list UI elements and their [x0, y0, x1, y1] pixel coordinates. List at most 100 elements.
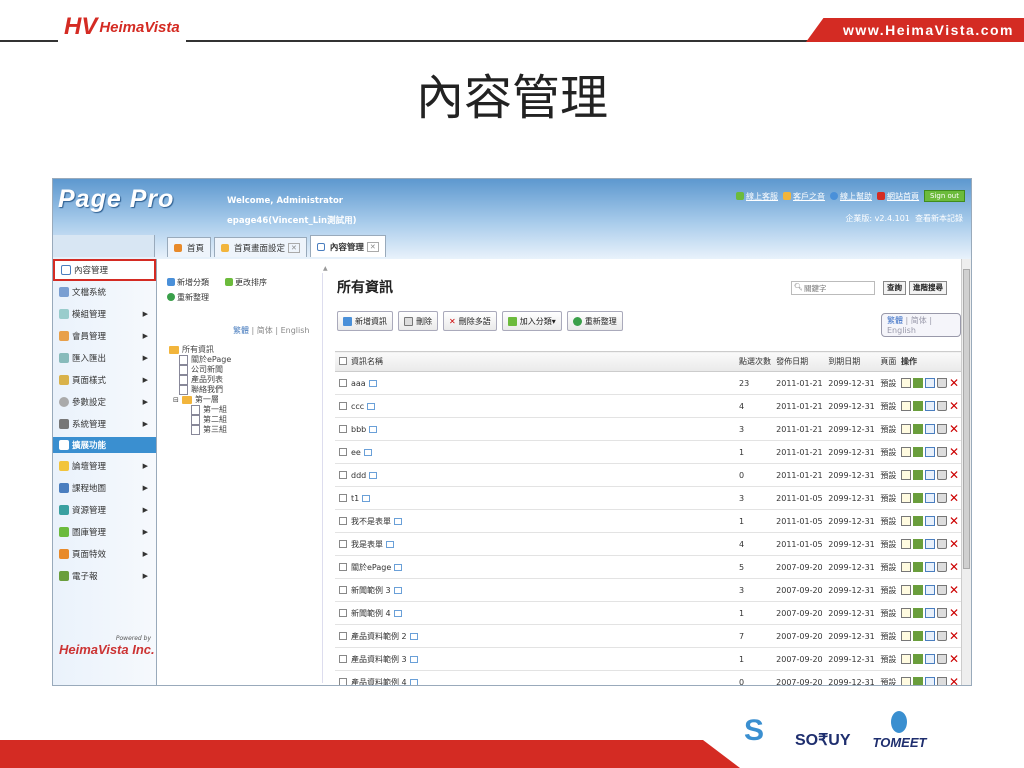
copy-icon[interactable]	[924, 470, 935, 480]
copy-icon[interactable]	[924, 585, 935, 595]
item-name[interactable]: bbb	[351, 425, 366, 434]
tree-node[interactable]: 所有資訊	[169, 345, 231, 355]
delete-button[interactable]: 刪除	[398, 311, 438, 331]
row-checkbox[interactable]	[339, 539, 347, 548]
sidebar-item-import-export[interactable]: 匯入匯出 ▶	[53, 347, 156, 369]
tab-home[interactable]: 首頁	[167, 237, 212, 257]
sidebar-item-newsletter[interactable]: 電子報 ▶	[53, 565, 156, 587]
trash-icon[interactable]	[936, 562, 947, 572]
link-site-home[interactable]: 網站首頁	[887, 192, 919, 201]
delete-icon[interactable]: ✕	[949, 584, 959, 596]
list-icon[interactable]	[912, 378, 923, 388]
cell-name[interactable]: ee	[335, 440, 735, 464]
list-icon[interactable]	[912, 447, 923, 457]
trash-icon[interactable]	[936, 539, 947, 549]
update-log-link[interactable]: 查看新本記錄	[915, 214, 963, 223]
external-link-icon[interactable]	[362, 494, 371, 502]
trash-icon[interactable]	[936, 677, 947, 685]
edit-icon[interactable]	[900, 447, 911, 457]
list-icon[interactable]	[912, 608, 923, 618]
lang-trad[interactable]: 繁體	[233, 326, 249, 335]
trash-icon[interactable]	[936, 493, 947, 503]
delete-icon[interactable]: ✕	[949, 607, 959, 619]
table-row[interactable]: 新聞範例 3 3 2007-09-20 2099-12-31 預設 ✕	[335, 578, 961, 602]
sidebar-item-modules[interactable]: 模組管理 ▶	[53, 303, 156, 325]
add-to-category-button[interactable]: 加入分類▾	[501, 311, 562, 331]
list-icon[interactable]	[912, 585, 923, 595]
reorder-button[interactable]: 更改排序	[225, 277, 267, 289]
list-icon[interactable]	[912, 424, 923, 434]
sidebar-item-effects[interactable]: 頁面特效 ▶	[53, 543, 156, 565]
delete-icon[interactable]: ✕	[949, 538, 959, 550]
edit-icon[interactable]	[900, 562, 911, 572]
trash-icon[interactable]	[936, 585, 947, 595]
item-name[interactable]: 我是表單	[351, 540, 383, 549]
cell-name[interactable]: ddd	[335, 463, 735, 487]
trash-icon[interactable]	[936, 424, 947, 434]
row-checkbox[interactable]	[339, 654, 347, 663]
item-name[interactable]: 新聞範例 3	[351, 586, 391, 595]
row-checkbox[interactable]	[339, 447, 347, 456]
table-row[interactable]: 新聞範例 4 1 2007-09-20 2099-12-31 預設 ✕	[335, 601, 961, 625]
cell-name[interactable]: bbb	[335, 417, 735, 441]
row-checkbox[interactable]	[339, 608, 347, 617]
delete-icon[interactable]: ✕	[949, 515, 959, 527]
table-row[interactable]: 我不是表單 1 2011-01-05 2099-12-31 預設 ✕	[335, 509, 961, 533]
list-icon[interactable]	[912, 401, 923, 411]
delete-icon[interactable]: ✕	[949, 446, 959, 458]
copy-icon[interactable]	[924, 562, 935, 572]
sidebar-item-gallery[interactable]: 圖庫管理 ▶	[53, 521, 156, 543]
tree-node[interactable]: ⊟ 第一層	[169, 395, 231, 405]
copy-icon[interactable]	[924, 493, 935, 503]
list-icon[interactable]	[912, 470, 923, 480]
edit-icon[interactable]	[900, 493, 911, 503]
tree-node[interactable]: 第一組	[169, 405, 231, 415]
cell-name[interactable]: 產品資料範例 4	[335, 670, 735, 686]
copy-icon[interactable]	[924, 631, 935, 641]
search-input[interactable]	[791, 281, 875, 295]
cell-name[interactable]: ccc	[335, 394, 735, 418]
row-checkbox[interactable]	[339, 631, 347, 640]
col-clicks[interactable]: 點選次數	[735, 351, 773, 372]
item-name[interactable]: 產品資料範例 4	[351, 678, 407, 686]
external-link-icon[interactable]	[409, 632, 418, 640]
cell-name[interactable]: aaa	[335, 371, 735, 395]
col-name[interactable]: 資訊名稱	[335, 351, 735, 372]
table-row[interactable]: 我是表單 4 2011-01-05 2099-12-31 預設 ✕	[335, 532, 961, 556]
edit-icon[interactable]	[900, 631, 911, 641]
copy-icon[interactable]	[924, 539, 935, 549]
edit-icon[interactable]	[900, 654, 911, 664]
advanced-search-button[interactable]: 進階搜尋	[909, 281, 947, 295]
item-name[interactable]: 我不是表單	[351, 517, 391, 526]
copy-icon[interactable]	[924, 677, 935, 685]
cell-name[interactable]: t1	[335, 486, 735, 510]
edit-icon[interactable]	[900, 424, 911, 434]
cell-name[interactable]: 產品資料範例 3	[335, 647, 735, 671]
tree-node[interactable]: 公司新聞	[169, 365, 231, 375]
row-checkbox[interactable]	[339, 562, 347, 571]
external-link-icon[interactable]	[386, 540, 394, 548]
row-checkbox[interactable]	[339, 516, 347, 525]
sidebar-item-forum[interactable]: 論壇管理 ▶	[53, 455, 156, 477]
table-row[interactable]: ccc 4 2011-01-21 2099-12-31 預設 ✕	[335, 394, 961, 418]
list-icon[interactable]	[912, 562, 923, 572]
trash-icon[interactable]	[936, 470, 947, 480]
item-name[interactable]: 產品資料範例 2	[351, 632, 407, 641]
delete-icon[interactable]: ✕	[949, 423, 959, 435]
cell-name[interactable]: 新聞範例 3	[335, 578, 735, 602]
tab-home-settings[interactable]: 首頁畫面設定 ✕	[214, 237, 307, 257]
item-name[interactable]: ccc	[351, 402, 364, 411]
item-name[interactable]: t1	[351, 494, 359, 503]
row-checkbox[interactable]	[339, 585, 347, 594]
sidebar-item-system[interactable]: 系統管理 ▶	[53, 413, 156, 435]
cell-name[interactable]: 關於ePage	[335, 555, 735, 579]
cell-name[interactable]: 我不是表單	[335, 509, 735, 533]
external-link-icon[interactable]	[409, 678, 418, 685]
copy-icon[interactable]	[924, 447, 935, 457]
external-link-icon[interactable]	[369, 471, 378, 479]
tree-node[interactable]: 聯絡我們	[169, 385, 231, 395]
external-link-icon[interactable]	[393, 586, 402, 594]
col-publish-date[interactable]: 發佈日期	[772, 351, 825, 372]
item-name[interactable]: ee	[351, 448, 361, 457]
trash-icon[interactable]	[936, 447, 947, 457]
